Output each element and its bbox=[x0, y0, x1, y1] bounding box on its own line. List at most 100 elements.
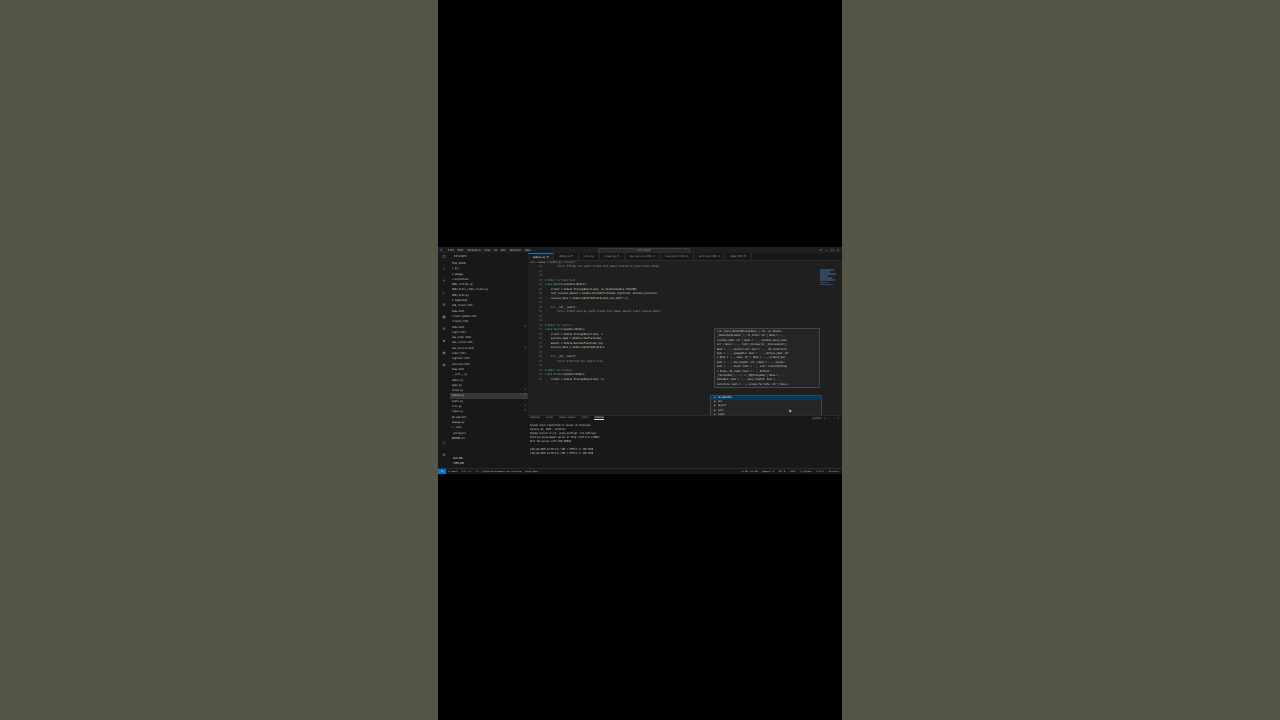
files-icon[interactable]: ❐ bbox=[441, 255, 447, 261]
panel-control[interactable]: python bbox=[813, 417, 822, 420]
panel-tab-terminal[interactable]: TERMINAL bbox=[594, 417, 605, 420]
panel-tab-ports[interactable]: PORTS bbox=[582, 417, 588, 420]
status-item[interactable]: ⊗ 0 ⚠ 0 bbox=[462, 471, 471, 473]
code-text: # Model for service bbox=[545, 323, 573, 327]
panel-tab-output[interactable]: OUTPUT bbox=[546, 417, 554, 420]
tree-item-label: clients.html bbox=[452, 320, 469, 324]
tree-item-label: new_client.html bbox=[452, 341, 473, 345]
status-item[interactable]: CRLF bbox=[790, 471, 795, 473]
status-item[interactable]: 3.13.1 bbox=[816, 471, 824, 473]
remote-indicator-icon[interactable]: ⇆ bbox=[438, 469, 446, 474]
suggestion-label: on_delete= bbox=[718, 396, 732, 399]
panel-control[interactable]: + bbox=[824, 417, 825, 420]
code-text: class Product(models.Model): bbox=[545, 373, 586, 376]
tree-item-label: base.html bbox=[452, 367, 465, 371]
status-item[interactable]: {} Python bbox=[800, 471, 811, 473]
status-item[interactable]: Python Environment not selected bbox=[482, 471, 521, 473]
tree-item-label: register.html bbox=[452, 357, 470, 361]
tree-item-label: __init__.py bbox=[452, 373, 468, 377]
menu-item-run[interactable]: Run bbox=[501, 249, 505, 252]
menu-item-edit[interactable]: Edit bbox=[458, 249, 464, 252]
editor-tab[interactable]: urls.py bbox=[579, 253, 600, 260]
testing-icon[interactable]: ⚗ bbox=[441, 327, 447, 333]
tree-item-label: login.html bbox=[452, 330, 466, 334]
panel-control[interactable]: ⋯ bbox=[833, 417, 834, 420]
menu-item-selection[interactable]: Selection bbox=[468, 249, 481, 252]
tree-item-label: v templates bbox=[452, 299, 468, 303]
panel-control[interactable]: ⌄ bbox=[829, 417, 830, 420]
status-item[interactable]: Spaces: 4 bbox=[763, 471, 774, 473]
code-text: rent_receive_amount = models.DecimalFiel… bbox=[545, 292, 658, 295]
docker-icon[interactable]: ◈ bbox=[441, 339, 447, 345]
menu-item-view[interactable]: View bbox=[485, 249, 491, 252]
signature-hover: (to: type[_ModelT@ForeignKey] | str, on_… bbox=[714, 328, 820, 388]
status-item[interactable]: UTF-8 bbox=[779, 471, 785, 473]
code-text: return f"Order for {self.client.full_nam… bbox=[556, 265, 661, 268]
vscode-window: ❯ File Edit Selection View Go Run Terminal Help… bbox=[438, 247, 842, 474]
window-controls: ▭ – □ × bbox=[820, 248, 839, 252]
suggestion-label: self bbox=[718, 408, 724, 412]
tree-item-label: README.md bbox=[452, 436, 465, 440]
minimap[interactable] bbox=[820, 269, 838, 293]
status-left: ⎇ main* ⊗ 0 ⚠ 0 ⚡ 0 Python Environment not … bbox=[448, 471, 538, 473]
tree-item-label: home.html bbox=[452, 325, 465, 329]
remote-explorer-icon[interactable]: ▣ bbox=[441, 315, 447, 321]
editor-tab[interactable]: views.py M bbox=[600, 253, 625, 260]
panel-tab-problems[interactable]: PROBLEMS bbox=[530, 417, 540, 420]
timeline-header[interactable]: TIMELINE bbox=[450, 461, 528, 466]
menu-item-file[interactable]: File bbox=[448, 249, 454, 252]
status-item[interactable]: Quick Open bbox=[525, 471, 538, 473]
menu-item-go[interactable]: Go bbox=[494, 249, 497, 252]
panel-control[interactable]: × bbox=[838, 417, 839, 420]
breadcrumb[interactable]: crm > webapp > models.py > Product bbox=[530, 261, 575, 264]
tree-item[interactable]: README.md bbox=[450, 436, 528, 441]
extensions-icon[interactable]: ⊞ bbox=[441, 303, 447, 309]
status-item[interactable]: ⎇ main* bbox=[448, 471, 458, 473]
account-icon[interactable]: ◯ bbox=[441, 441, 447, 447]
editor-tab[interactable]: admin.py M bbox=[554, 253, 580, 260]
menu-item-help[interactable]: Help bbox=[525, 249, 531, 252]
maximize-icon[interactable]: □ bbox=[831, 248, 833, 252]
source-control-icon[interactable]: ⑂ bbox=[441, 279, 447, 285]
tree-root-label: FULL_STACK bbox=[452, 262, 466, 265]
file-tree: FULL_STACK > pyl v webapp • > migrations 0… bbox=[450, 261, 528, 441]
tree-item-label: 0002_alter_order_client.py bbox=[452, 288, 488, 292]
tree-item-label: tests.py bbox=[452, 399, 464, 403]
tree-item-label: add_client.html bbox=[452, 304, 473, 308]
gear-icon[interactable]: ⚙ bbox=[441, 453, 447, 459]
layout-icon[interactable]: ▭ bbox=[820, 248, 822, 252]
status-item[interactable]: Ln 45, Col 40 bbox=[741, 471, 757, 473]
editor-tab[interactable]: new_order.html U bbox=[661, 253, 694, 260]
editor-tab[interactable]: new_service.html U bbox=[625, 253, 661, 260]
menu-item-terminal[interactable]: Terminal bbox=[509, 249, 521, 252]
status-item[interactable]: ⚡ 0 bbox=[475, 471, 479, 473]
minimize-icon[interactable]: – bbox=[826, 248, 828, 252]
github-icon[interactable]: ◍ bbox=[441, 363, 447, 369]
tree-item-label: urls.py bbox=[452, 405, 462, 409]
video-frame: ❯ File Edit Selection View Go Run Terminal Help… bbox=[438, 0, 842, 720]
suggestion-label: str bbox=[718, 400, 723, 404]
tree-item-label: models.py bbox=[452, 394, 465, 398]
tree-item-label: > .venv bbox=[452, 426, 462, 430]
close-icon[interactable]: × bbox=[837, 248, 839, 252]
search-icon[interactable]: ⌕ bbox=[441, 267, 447, 273]
tree-item-label: 0003_auto.py bbox=[452, 293, 469, 297]
editor-tab[interactable]: home.html M bbox=[725, 253, 752, 260]
editor-tab[interactable]: services.html U bbox=[694, 253, 726, 260]
outline-section: OUTLINE TIMELINE bbox=[450, 456, 528, 466]
tree-item-label: > migrations bbox=[452, 277, 469, 281]
editor-tabs: models.py Madmin.py Murls.py views.py Mne… bbox=[528, 253, 842, 261]
panel-controls: python + ⌄ ⋯ × bbox=[813, 417, 839, 420]
status-right: Ln 45, Col 40 Spaces: 4 UTF-8 CRLF {} Python… bbox=[741, 471, 839, 473]
panel-tab-debug-console[interactable]: DEBUG CONSOLE bbox=[560, 417, 576, 420]
database-icon[interactable]: ◉ bbox=[441, 351, 447, 357]
tree-item-label: order.html bbox=[452, 352, 466, 356]
terminal-output[interactable]: System check identified no issues (0 sil… bbox=[530, 424, 830, 456]
run-debug-icon[interactable]: ▷ bbox=[441, 291, 447, 297]
code-text: return f"Service for {self.clien bbox=[556, 359, 603, 363]
tree-item-label: services.html bbox=[452, 362, 470, 366]
status-item[interactable]: Prettier bbox=[829, 471, 839, 473]
code-text: amount = models.DecimalField(max_dig bbox=[545, 341, 603, 345]
editor-tab[interactable]: models.py M bbox=[528, 253, 555, 261]
terminal-line: [26/Jan/2025 16:05:41] "GET / HTTP/1.1" … bbox=[530, 452, 594, 455]
